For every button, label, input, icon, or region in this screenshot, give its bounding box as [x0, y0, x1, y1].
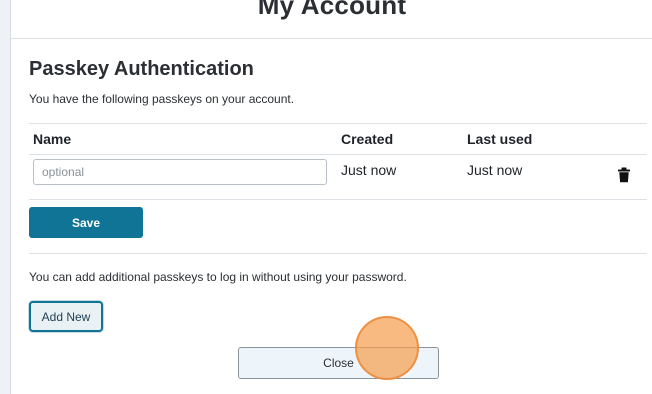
passkey-name-input[interactable] [33, 159, 327, 185]
trash-icon-graphic [618, 167, 630, 183]
last-used-value: Just now [467, 162, 523, 178]
save-button[interactable]: Save [29, 207, 143, 238]
table-row: Just now Just now [29, 155, 647, 200]
passkey-table: Name Created Last used Just now Just now [29, 123, 647, 200]
section-description: You have the following passkeys on your … [29, 92, 295, 106]
close-button[interactable]: Close [238, 347, 439, 379]
account-panel: My Account Passkey Authentication You ha… [10, 0, 652, 394]
column-header-name: Name [33, 131, 72, 147]
column-header-last-used: Last used [467, 131, 533, 147]
name-cell [29, 155, 337, 200]
add-passkey-description: You can add additional passkeys to log i… [29, 270, 407, 284]
section-divider [29, 253, 647, 254]
passkey-table-wrapper: Name Created Last used Just now Just now [29, 123, 647, 200]
title-divider [11, 38, 652, 39]
column-header-created: Created [341, 131, 394, 147]
last-used-cell: Just now [463, 155, 597, 200]
created-cell: Just now [337, 155, 463, 200]
section-heading: Passkey Authentication [29, 58, 254, 80]
created-value: Just now [341, 162, 397, 178]
trash-icon[interactable] [617, 167, 631, 183]
actions-cell [597, 155, 647, 200]
page-title: My Account [257, 0, 407, 20]
column-header-actions [597, 124, 647, 155]
add-new-button[interactable]: Add New [29, 301, 103, 332]
table-header-row: Name Created Last used [29, 123, 647, 155]
